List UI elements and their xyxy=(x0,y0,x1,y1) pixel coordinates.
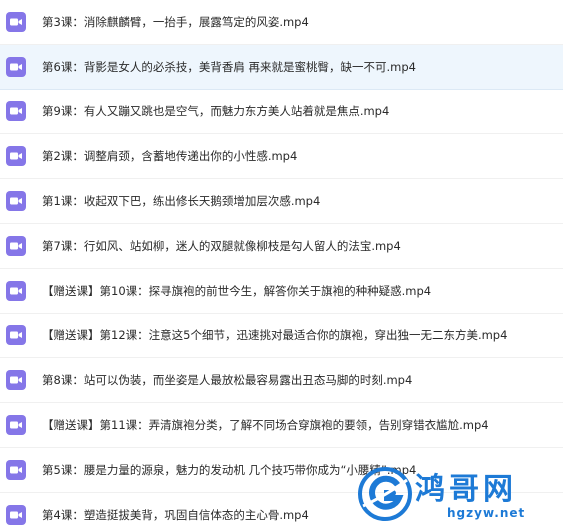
file-row[interactable]: 【赠送课】第12课：注意这5个细节，迅速挑对最适合你的旗袍，穿出独一无二东方美.… xyxy=(0,314,563,359)
file-row[interactable]: 第2课：调整肩颈，含蓄地传递出你的小性感.mp4 xyxy=(0,134,563,180)
file-row[interactable]: 第9课：有人又蹦又跳也是空气，而魅力东方美人站着就是焦点.mp4 xyxy=(0,90,563,135)
file-row[interactable]: 第6课：背影是女人的必杀技，美背香肩 再来就是蜜桃臀，缺一不可.mp4 xyxy=(0,44,563,90)
file-name: 第1课：收起双下巴，练出修长天鹅颈增加层次感.mp4 xyxy=(42,194,321,209)
file-name: 第8课：站可以伪装，而坐姿是人最放松最容易露出丑态马脚的时刻.mp4 xyxy=(42,373,413,388)
file-list: 第3课：消除麒麟臂，一抬手，展露笃定的风姿.mp4 第6课：背影是女人的必杀技，美… xyxy=(0,0,563,530)
file-name: 第9课：有人又蹦又跳也是空气，而魅力东方美人站着就是焦点.mp4 xyxy=(42,104,390,119)
file-name: 【赠送课】第11课：弄清旗袍分类，了解不同场合穿旗袍的要领，告别穿错衣尴尬.mp… xyxy=(42,418,489,433)
file-row[interactable]: 第7课：行如风、站如柳，迷人的双腿就像柳枝是勾人留人的法宝.mp4 xyxy=(0,224,563,269)
file-row[interactable]: 【赠送课】第11课：弄清旗袍分类，了解不同场合穿旗袍的要领，告别穿错衣尴尬.mp… xyxy=(0,403,563,448)
file-name: 第2课：调整肩颈，含蓄地传递出你的小性感.mp4 xyxy=(42,149,298,164)
watermark: 鸿哥网 hgzyw.net xyxy=(357,464,557,528)
file-name: 【赠送课】第10课：探寻旗袍的前世今生，解答你关于旗袍的种种疑惑.mp4 xyxy=(42,283,432,298)
file-row[interactable]: 第1课：收起双下巴，练出修长天鹅颈增加层次感.mp4 xyxy=(0,179,563,224)
watermark-brand: 鸿哥网 xyxy=(415,472,517,507)
file-row[interactable]: 第3课：消除麒麟臂，一抬手，展露笃定的风姿.mp4 xyxy=(0,0,563,45)
watermark-logo-icon xyxy=(358,467,412,521)
file-name: 第3课：消除麒麟臂，一抬手，展露笃定的风姿.mp4 xyxy=(42,14,309,29)
file-name: 第7课：行如风、站如柳，迷人的双腿就像柳枝是勾人留人的法宝.mp4 xyxy=(42,238,401,253)
file-name: 【赠送课】第12课：注意这5个细节，迅速挑对最适合你的旗袍，穿出独一无二东方美.… xyxy=(42,328,508,343)
file-name: 第4课：塑造挺拔美背，巩固自信体态的主心骨.mp4 xyxy=(42,507,309,522)
file-name: 第6课：背影是女人的必杀技，美背香肩 再来就是蜜桃臀，缺一不可.mp4 xyxy=(42,59,416,74)
file-row[interactable]: 【赠送课】第10课：探寻旗袍的前世今生，解答你关于旗袍的种种疑惑.mp4 xyxy=(0,269,563,314)
file-row[interactable]: 第8课：站可以伪装，而坐姿是人最放松最容易露出丑态马脚的时刻.mp4 xyxy=(0,358,563,404)
watermark-url: hgzyw.net xyxy=(447,506,526,520)
